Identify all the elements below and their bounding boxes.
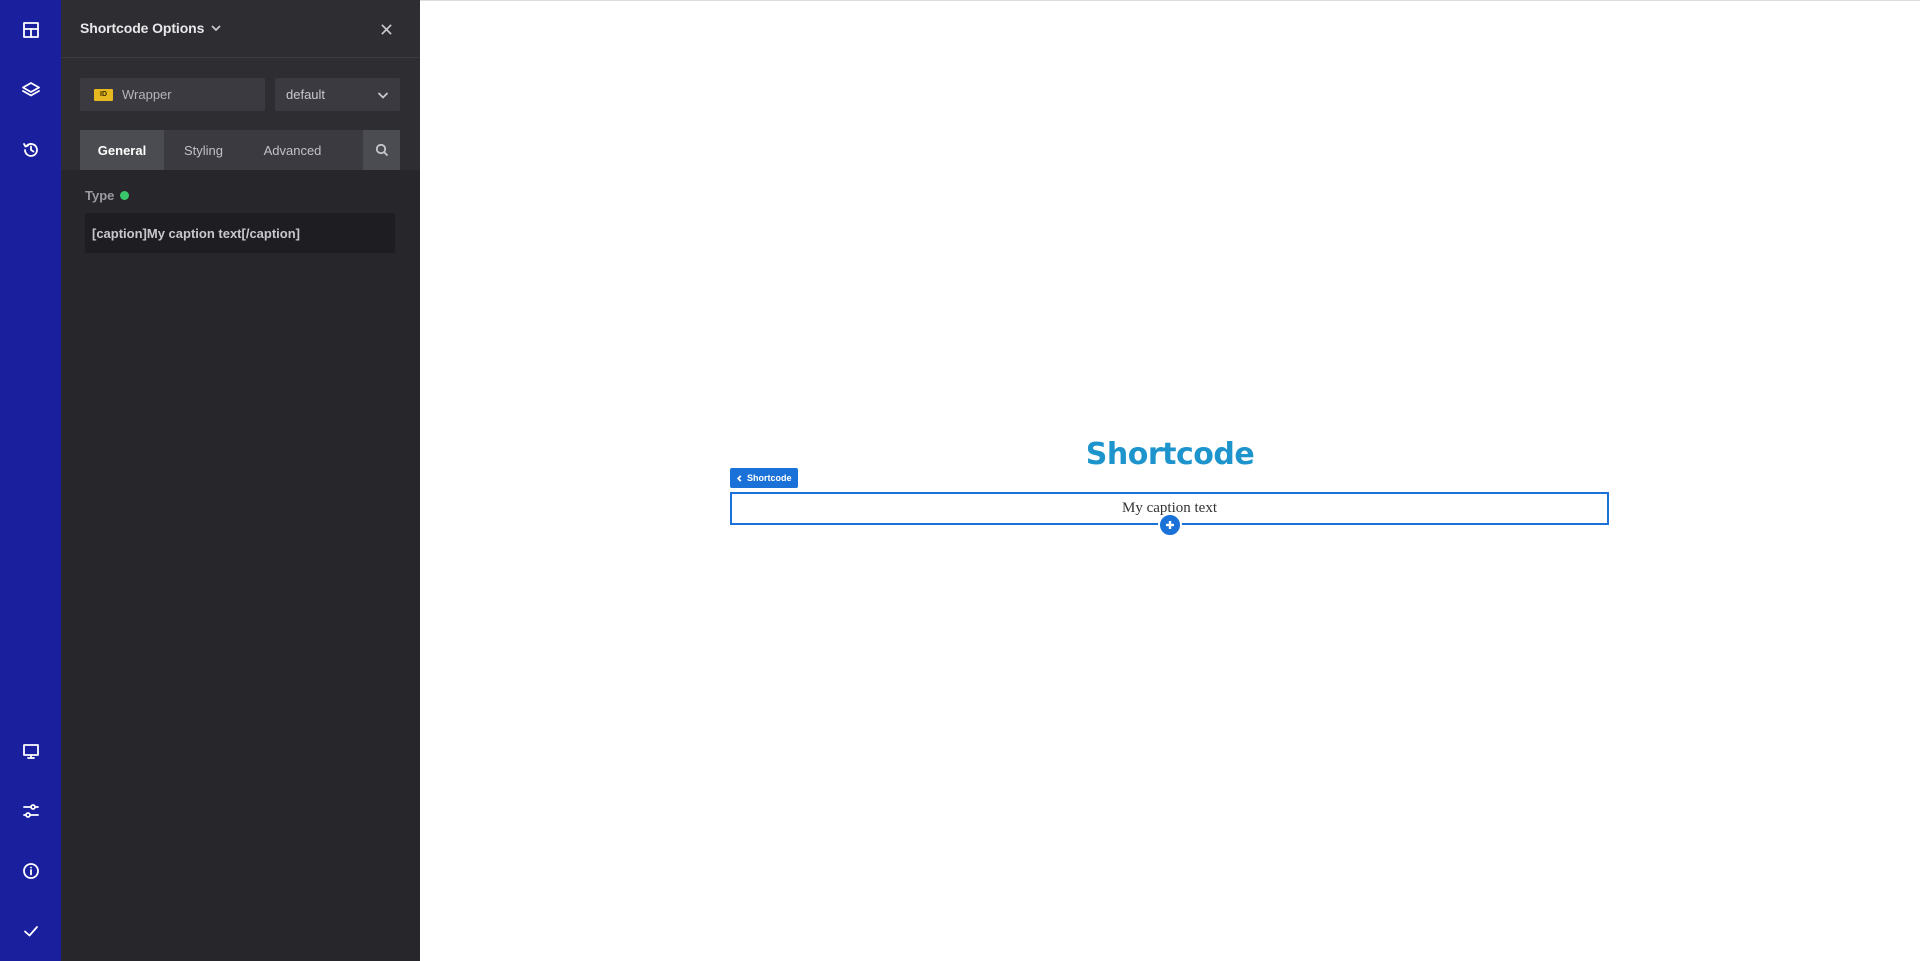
wrapper-label: Wrapper	[122, 87, 172, 102]
panel-title: Shortcode Options	[80, 20, 205, 36]
close-button[interactable]	[376, 19, 396, 39]
options-panel: Shortcode Options ID Wrapper default Gen…	[61, 0, 420, 961]
desktop-icon	[22, 744, 39, 759]
layers-icon	[21, 82, 40, 97]
save-button[interactable]	[0, 901, 61, 961]
layout-icon	[22, 22, 39, 38]
status-dot	[120, 191, 130, 200]
element-tag-label: Shortcode	[747, 473, 792, 483]
tab-styling[interactable]: Styling	[164, 130, 243, 170]
sidebar-rail	[0, 0, 61, 961]
panel-title-dropdown[interactable]: Shortcode Options	[80, 20, 222, 36]
element-tag[interactable]: Shortcode	[730, 468, 798, 488]
preset-select-value: default	[286, 87, 326, 102]
check-icon	[23, 926, 38, 937]
type-label: Type	[85, 188, 115, 203]
desktop-view-button[interactable]	[0, 721, 61, 781]
settings-button[interactable]	[0, 781, 61, 841]
plus-icon	[1166, 521, 1174, 529]
chevron-down-icon	[377, 92, 389, 99]
history-icon	[22, 143, 38, 157]
type-field-label: Type	[85, 188, 130, 203]
layers-button[interactable]	[0, 60, 61, 120]
page-canvas: Shortcode Shortcode My caption text	[420, 0, 1920, 961]
page-heading: Shortcode	[1085, 437, 1255, 472]
sliders-icon	[22, 804, 39, 818]
panel-body: Type	[61, 170, 420, 961]
close-icon	[380, 23, 392, 35]
add-element-button[interactable]	[1158, 513, 1182, 537]
tab-advanced[interactable]: Advanced	[243, 130, 342, 170]
chevron-down-icon	[211, 25, 221, 32]
layout-button[interactable]	[0, 0, 61, 60]
shortcode-input[interactable]	[85, 213, 395, 253]
search-options-button[interactable]	[363, 130, 400, 170]
search-icon	[375, 143, 388, 157]
panel-header: Shortcode Options	[61, 0, 420, 58]
preset-select[interactable]: default	[275, 78, 400, 111]
chevron-left-icon	[736, 474, 742, 482]
id-badge: ID	[94, 88, 113, 101]
info-button[interactable]	[0, 841, 61, 901]
history-button[interactable]	[0, 120, 61, 180]
tab-general[interactable]: General	[80, 130, 164, 170]
options-tabs: General Styling Advanced	[80, 130, 400, 170]
info-icon	[22, 863, 39, 879]
wrapper-selector[interactable]: ID Wrapper	[80, 78, 265, 111]
